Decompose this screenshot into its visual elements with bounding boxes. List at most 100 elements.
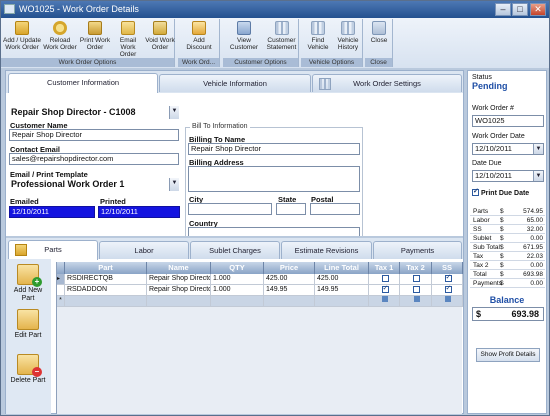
billing-address-field[interactable] (188, 166, 360, 192)
view-customer-button[interactable]: View Customer (224, 21, 264, 51)
col-qty[interactable]: QTY (211, 262, 264, 274)
print-button[interactable]: Print Work Order (79, 21, 111, 51)
add-discount-button[interactable]: Add Discount (180, 21, 218, 51)
list-item: Labor $65.00 (470, 216, 545, 225)
dropdown-arrow-icon[interactable]: ▼ (169, 178, 179, 191)
due-date-picker[interactable]: 12/10/2011 ▼ (472, 170, 544, 182)
col-part[interactable]: Part (65, 262, 147, 274)
edit-part-button[interactable]: Edit Part (8, 309, 48, 340)
col-line-total[interactable]: Line Total (315, 262, 369, 274)
vehicle-history-button[interactable]: Vehicle History (335, 21, 361, 51)
col-name[interactable]: Name (147, 262, 211, 274)
tab-payments[interactable]: Payments (373, 241, 462, 259)
new-checkbox[interactable] (445, 296, 451, 302)
cell-qty[interactable]: 1.000 (211, 274, 264, 285)
new-cell[interactable] (65, 296, 147, 307)
emailed-date-field[interactable]: 12/10/2011 (9, 206, 95, 218)
parts-grid: Part Name QTY Price Line Total Tax 1 Tax… (56, 262, 463, 414)
parts-action-bar: + Add New Part Edit Part – Delete Part (6, 259, 51, 414)
row-selector[interactable] (57, 285, 65, 296)
add-update-button[interactable]: Add / Update Work Order (3, 21, 41, 51)
col-ss[interactable]: SS (432, 262, 463, 274)
state-field[interactable] (276, 203, 306, 215)
billing-name-field[interactable]: Repair Shop Director (188, 143, 360, 155)
new-cell[interactable] (315, 296, 369, 307)
tab-vehicle-information[interactable]: Vehicle Information (159, 74, 311, 92)
cell-price[interactable]: 425.00 (264, 274, 315, 285)
contact-email-field[interactable]: sales@repairshopdirector.com (9, 153, 179, 165)
cell-line-total[interactable]: 149.95 (315, 285, 369, 296)
dropdown-arrow-icon[interactable]: ▼ (169, 106, 179, 119)
window-title: WO1025 - Work Order Details (19, 4, 139, 14)
maximize-button[interactable]: □ (512, 3, 528, 16)
ss-checkbox[interactable] (444, 285, 452, 294)
customer-selector[interactable]: Repair Shop Director - C1008 ▼ (9, 106, 179, 119)
col-price[interactable]: Price (264, 262, 315, 274)
col-tax2[interactable]: Tax 2 (400, 262, 432, 274)
wo-date-picker[interactable]: 12/10/2011 ▼ (472, 143, 544, 155)
customer-name-field[interactable]: Repair Shop Director (9, 129, 179, 141)
new-checkbox[interactable] (413, 296, 420, 302)
tab-sublet-charges[interactable]: Sublet Charges (190, 241, 280, 259)
tax1-checkbox[interactable] (381, 285, 389, 294)
dropdown-arrow-icon[interactable]: ▼ (533, 171, 543, 181)
new-cell[interactable] (211, 296, 264, 307)
group-label: Vehicle Options (301, 58, 362, 67)
tab-customer-information[interactable]: Customer Information (8, 73, 158, 93)
cell-price[interactable]: 149.95 (264, 285, 315, 296)
minimize-button[interactable]: – (495, 3, 511, 16)
email-button[interactable]: Email Work Order (112, 21, 144, 58)
new-row-icon: * (57, 296, 65, 307)
wo-number-field[interactable]: WO1025 (472, 115, 544, 127)
tab-labor[interactable]: Labor (99, 241, 189, 259)
row-header-corner (57, 262, 65, 274)
city-field[interactable] (188, 203, 272, 215)
folder-edit-icon (17, 309, 39, 330)
tab-work-order-settings[interactable]: Work Order Settings (312, 74, 462, 92)
list-item: Parts $574.95 (470, 207, 545, 216)
printed-date-field[interactable]: 12/10/2011 (98, 206, 180, 218)
add-new-part-button[interactable]: + Add New Part (8, 264, 48, 303)
close-icon (372, 21, 386, 35)
statement-icon (274, 21, 289, 35)
cell-qty[interactable]: 1.000 (211, 285, 264, 296)
find-vehicle-button[interactable]: Find Vehicle (302, 21, 334, 51)
tax2-checkbox[interactable] (413, 275, 420, 282)
new-checkbox[interactable] (382, 296, 388, 302)
title-bar[interactable]: WO1025 - Work Order Details – □ ✕ (1, 1, 549, 18)
cell-line-total[interactable]: 425.00 (315, 274, 369, 285)
tax1-checkbox[interactable] (381, 275, 389, 282)
list-item: Total $693.98 (470, 270, 545, 279)
printed-label: Printed (100, 197, 126, 206)
cell-name[interactable]: Repair Shop Director (147, 285, 211, 296)
col-tax1[interactable]: Tax 1 (369, 262, 400, 274)
tab-parts[interactable]: Parts (8, 240, 98, 260)
close-window-button[interactable]: ✕ (530, 3, 546, 16)
reload-button[interactable]: Reload Work Order (43, 21, 77, 51)
tab-estimate-revisions[interactable]: Estimate Revisions (281, 241, 372, 259)
cell-part[interactable]: RSDIRECTQB (65, 274, 147, 285)
new-cell[interactable] (264, 296, 315, 307)
show-profit-details-button[interactable]: Show Profit Details (476, 348, 540, 362)
cell-part[interactable]: RSDADDON (65, 285, 147, 296)
discount-icon (192, 21, 206, 35)
postal-field[interactable] (310, 203, 360, 215)
dropdown-arrow-icon[interactable]: ▼ (533, 144, 543, 154)
print-due-date-checkbox[interactable] (472, 187, 479, 196)
ss-checkbox[interactable] (444, 274, 452, 283)
delete-part-button[interactable]: – Delete Part (8, 354, 48, 385)
vehicle-history-icon (341, 21, 355, 35)
tax2-checkbox[interactable] (413, 286, 420, 293)
customer-statement-button[interactable]: Customer Statement (265, 21, 298, 51)
void-button[interactable]: Void Work Order (145, 21, 175, 51)
row-selector-icon[interactable]: ▸ (57, 274, 65, 285)
app-icon (4, 4, 15, 14)
group-customer-options: View Customer Customer Statement Custome… (223, 19, 299, 67)
close-button[interactable]: Close (367, 21, 391, 44)
print-due-date-option[interactable]: Print Due Date (472, 187, 529, 197)
new-cell[interactable] (147, 296, 211, 307)
group-label: Work Order Options (1, 58, 174, 67)
template-selector[interactable]: Professional Work Order 1 ▼ (9, 178, 179, 191)
cell-name[interactable]: Repair Shop Director (147, 274, 211, 285)
list-item: Sublet $0.00 (470, 234, 545, 243)
